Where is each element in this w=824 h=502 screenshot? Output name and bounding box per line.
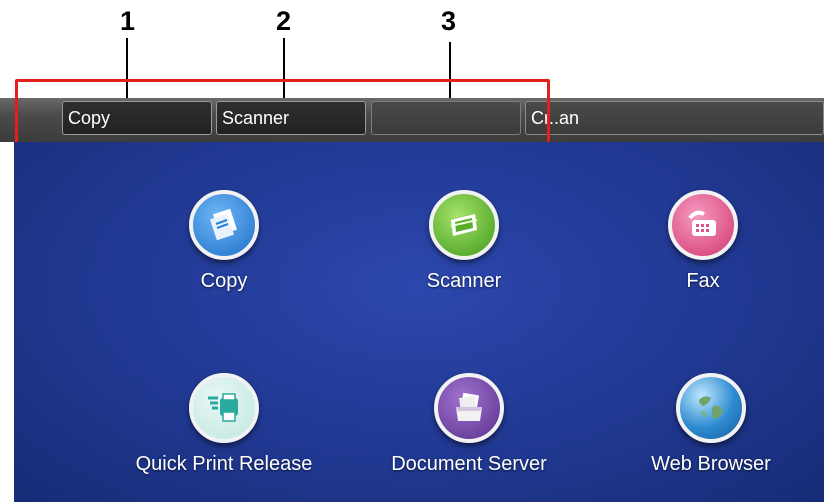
copy-icon — [189, 190, 259, 260]
app-quick-print-release[interactable]: Quick Print Release — [124, 373, 324, 476]
app-label: Quick Print Release — [135, 453, 313, 475]
app-document-server[interactable]: Document Server — [369, 373, 569, 476]
app-label: Web Browser — [651, 453, 771, 475]
scanner-icon — [429, 190, 499, 260]
document-server-icon — [434, 373, 504, 443]
app-web-browser[interactable]: Web Browser — [611, 373, 811, 476]
callout-2: 2 — [276, 6, 292, 36]
globe-icon — [676, 373, 746, 443]
app-label: Document Server — [391, 453, 547, 475]
app-fax[interactable]: Fax — [603, 190, 803, 293]
callout-highlight-box — [15, 79, 550, 151]
print-release-icon — [189, 373, 259, 443]
app-label: Copy — [200, 270, 248, 292]
app-label: Scanner — [426, 270, 502, 292]
app-scanner[interactable]: Scanner — [364, 190, 564, 293]
callout-1: 1 — [120, 6, 136, 36]
fax-icon — [668, 190, 738, 260]
app-label: Fax — [686, 270, 720, 292]
app-copy[interactable]: Copy — [124, 190, 324, 293]
function-key-partial[interactable]: Cr..an — [525, 101, 824, 135]
callout-3: 3 — [441, 6, 457, 36]
